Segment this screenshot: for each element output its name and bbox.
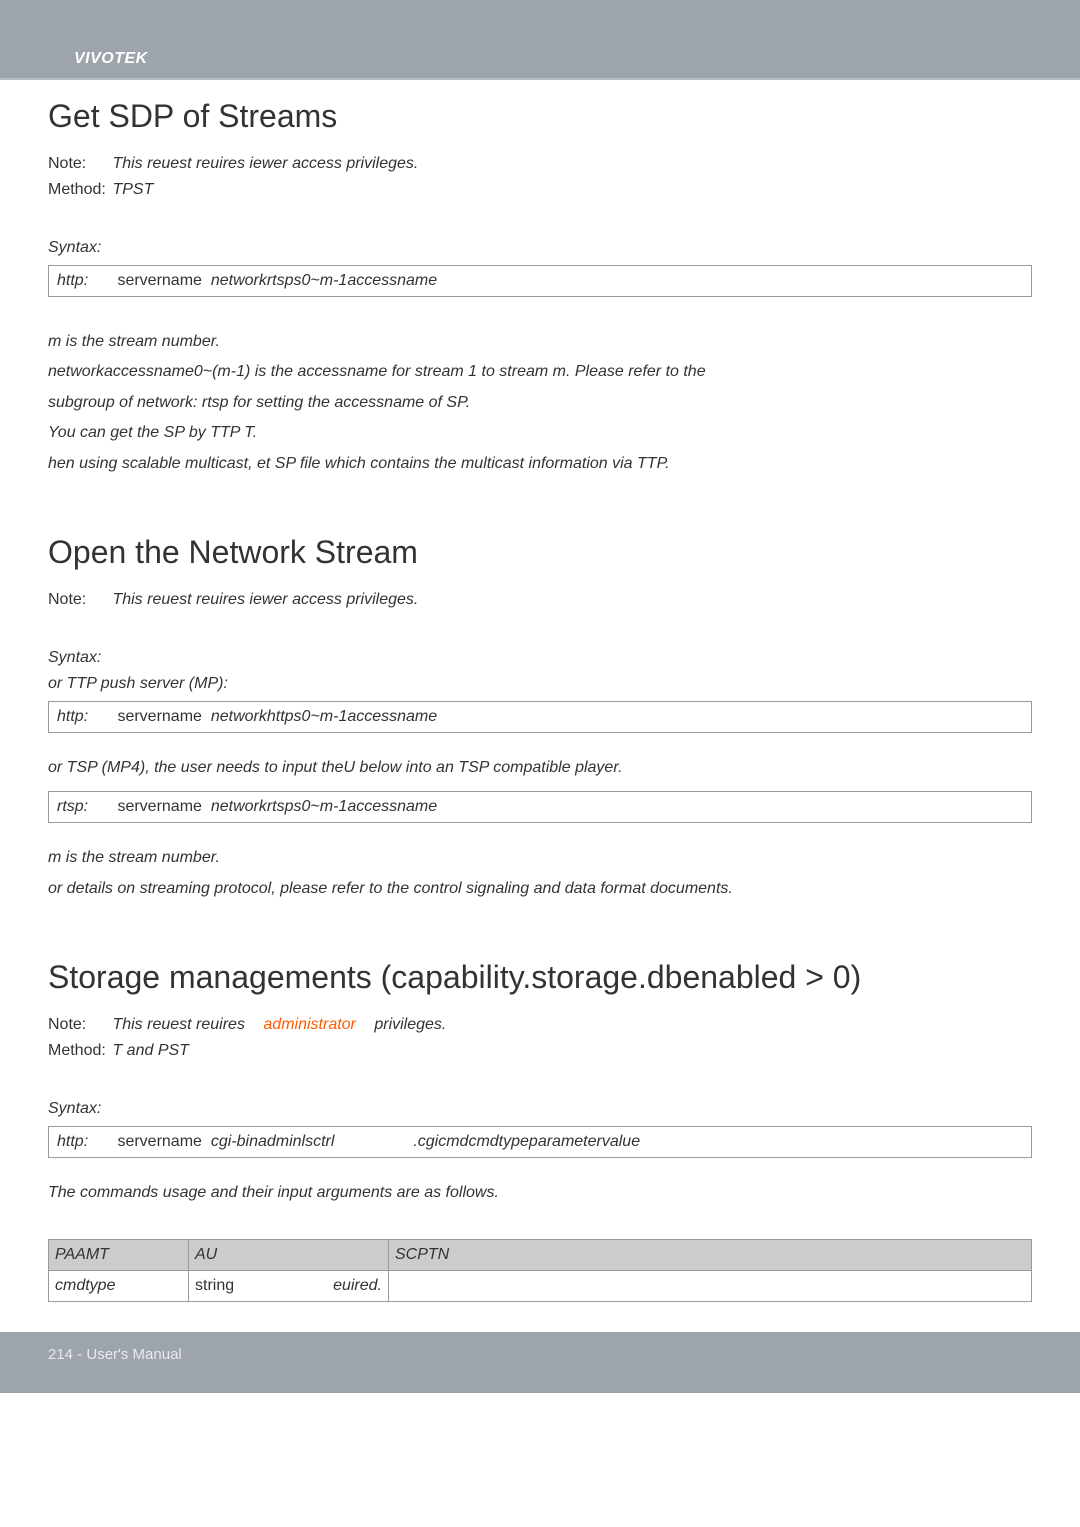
th-au: AU	[189, 1239, 389, 1270]
method-text: TPST	[112, 181, 153, 198]
http-codebox: http: servername networkhttps0~m-1access…	[48, 701, 1032, 733]
th-param: PAAMT	[49, 1239, 189, 1270]
code-path1: cgi-binadminlsctrl	[211, 1133, 335, 1150]
note-label: Note:	[48, 1016, 108, 1034]
para-line: m is the stream number.	[48, 843, 1032, 873]
method-line: Method: T and PST	[48, 1042, 1032, 1060]
rtsp-codebox: rtsp: servername networkrtsps0~m-1access…	[48, 791, 1032, 823]
code-path: networkrtsps0~m-1accessname	[211, 798, 437, 815]
sdp-description: m is the stream number. networkaccessnam…	[48, 327, 1032, 479]
note-label: Note:	[48, 591, 108, 609]
note-text-part2: privileges.	[374, 1016, 446, 1033]
code-server: servername	[117, 272, 201, 289]
top-header-band: VIVOTEK	[0, 0, 1080, 80]
code-server: servername	[117, 1133, 201, 1150]
table-row: cmdtype string euired.	[49, 1270, 1032, 1301]
note-line: Note: This reuest reuires iewer access p…	[48, 591, 1032, 609]
code-path2: .cgicmdcmdtypeparametervalue	[413, 1133, 640, 1150]
note-label: Note:	[48, 155, 108, 173]
note-line: Note: This reuest reuires iewer access p…	[48, 155, 1032, 173]
syntax-codebox: http: servername networkrtsps0~m-1access…	[48, 265, 1032, 297]
brand-label: VIVOTEK	[74, 50, 148, 68]
code-protocol: http:	[57, 708, 113, 726]
footer-text: 214 - User's Manual	[48, 1346, 182, 1363]
cell-description	[389, 1270, 1032, 1301]
code-protocol: http:	[57, 1133, 113, 1151]
open-stream-description: m is the stream number. or details on st…	[48, 843, 1032, 904]
syntax-label: Syntax:	[48, 239, 1032, 257]
footer-band: 214 - User's Manual	[0, 1332, 1080, 1393]
note-text-part1: This reuest reuires	[112, 1016, 245, 1033]
commands-intro: The commands usage and their input argum…	[48, 1178, 1032, 1208]
syntax-label: Syntax:	[48, 1100, 1032, 1118]
cell-cmdtype: cmdtype	[49, 1270, 189, 1301]
code-protocol: rtsp:	[57, 798, 113, 816]
note-text: This reuest reuires iewer access privile…	[112, 155, 418, 172]
page-content: Get SDP of Streams Note: This reuest reu…	[0, 80, 1080, 1332]
storage-codebox: http: servername cgi-binadminlsctrl .cgi…	[48, 1126, 1032, 1158]
syntax-label: Syntax:	[48, 649, 1032, 667]
code-protocol: http:	[57, 272, 113, 290]
section-title-storage: Storage managements (capability.storage.…	[48, 959, 1032, 996]
th-scptn: SCPTN	[389, 1239, 1032, 1270]
para-line: m is the stream number.	[48, 327, 1032, 357]
para-line: or details on streaming protocol, please…	[48, 874, 1032, 904]
method-label: Method:	[48, 1042, 108, 1060]
code-path: networkrtsps0~m-1accessname	[211, 272, 437, 289]
note-administrator: administrator	[263, 1016, 355, 1033]
para-line: subgroup of network: rtsp for setting th…	[48, 388, 1032, 418]
method-label: Method:	[48, 181, 108, 199]
code-server: servername	[117, 798, 201, 815]
note-line: Note: This reuest reuires administrator …	[48, 1016, 1032, 1034]
para-line: networkaccessname0~(m-1) is the accessna…	[48, 357, 1032, 387]
code-path: networkhttps0~m-1accessname	[211, 708, 437, 725]
method-line: Method: TPST	[48, 181, 1032, 199]
para-line: You can get the SP by TTP T.	[48, 418, 1032, 448]
code-server: servername	[117, 708, 201, 725]
cell-required: euired.	[333, 1277, 382, 1295]
arguments-table: PAAMT AU SCPTN cmdtype string euired.	[48, 1239, 1032, 1302]
section-title-sdp: Get SDP of Streams	[48, 98, 1032, 135]
push-server-label: or TTP push server (MP):	[48, 675, 1032, 693]
cell-string: string	[195, 1277, 234, 1295]
cell-string-required: string euired.	[189, 1270, 389, 1301]
rtsp-instruction: or TSP (MP4), the user needs to input th…	[48, 753, 1032, 783]
method-text: T and PST	[112, 1042, 188, 1059]
table-header-row: PAAMT AU SCPTN	[49, 1239, 1032, 1270]
note-text: This reuest reuires iewer access privile…	[112, 591, 418, 608]
para-line: hen using scalable multicast, et SP file…	[48, 449, 1032, 479]
section-title-open-stream: Open the Network Stream	[48, 534, 1032, 571]
